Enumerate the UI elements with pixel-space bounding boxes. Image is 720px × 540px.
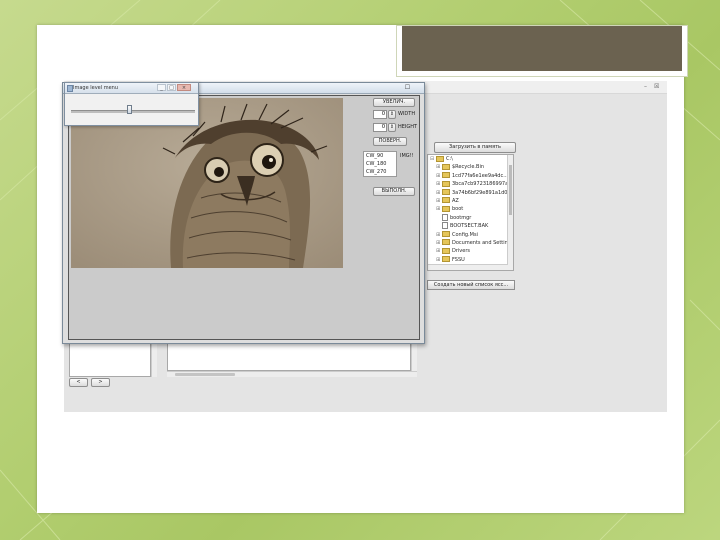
image-window-close-icon[interactable]: ☐: [403, 84, 412, 91]
file-tree-label: FSSU: [452, 256, 465, 263]
file-tree-label: boot: [452, 206, 464, 213]
folder-icon: [442, 256, 450, 263]
next-button[interactable]: >: [91, 378, 110, 387]
popup-title: Image level menu: [73, 85, 119, 91]
log-text-area[interactable]: [167, 342, 411, 371]
folder-icon: [442, 172, 450, 179]
title-frame: [396, 25, 688, 77]
bg-window-minimize-icon[interactable]: –: [644, 83, 647, 90]
zoom-button[interactable]: УВЕЛИЧ.: [373, 98, 415, 107]
file-tree-item[interactable]: BOOTSECT.BAK: [428, 222, 513, 230]
image-canvas: [68, 95, 420, 340]
popup-close-icon[interactable]: ×: [177, 84, 191, 91]
popup-titlebar[interactable]: Image level menu _ □ ×: [65, 83, 198, 94]
file-tree-item[interactable]: ⊟ C:\: [428, 155, 513, 163]
title-placeholder: [402, 26, 682, 71]
rotation-list[interactable]: CW_90 CW_180 CW_270: [363, 151, 397, 177]
folder-icon: [436, 155, 444, 162]
file-tree-vscroll-thumb[interactable]: [509, 165, 512, 215]
folder-icon: [442, 205, 450, 212]
file-tree-label: BOOTSECT.BAK: [450, 223, 489, 230]
rotation-option[interactable]: CW_180: [364, 160, 396, 168]
height-spinner[interactable]: 0: [373, 123, 387, 132]
left-list-vscroll[interactable]: [151, 342, 157, 377]
file-icon: [442, 213, 448, 221]
width-spinner-arrows[interactable]: ⇕: [388, 110, 396, 119]
file-tree-label: $Recycle.Bin: [452, 164, 485, 171]
angle-label: IMG!!: [400, 153, 414, 159]
file-tree-item[interactable]: ⊞ 3a74b6bf29e891a1d0a5...: [428, 189, 513, 197]
folder-icon: [442, 189, 450, 196]
file-tree-item[interactable]: ⊞ FSSU: [428, 256, 513, 264]
rotation-option[interactable]: CW_90: [364, 152, 396, 160]
popup-minimize-icon[interactable]: _: [157, 84, 166, 91]
folder-icon: [442, 239, 450, 246]
file-tree-item[interactable]: bootmgr: [428, 213, 513, 222]
height-label: HEIGHT: [398, 124, 418, 130]
file-icon: [442, 222, 448, 230]
rotate-button[interactable]: ПОВЕРН.: [373, 137, 407, 146]
bg-window-close-icon[interactable]: ☒: [654, 83, 659, 90]
width-spinner[interactable]: 0: [373, 110, 387, 119]
rotation-option[interactable]: CW_270: [364, 168, 396, 176]
log-hscroll[interactable]: [167, 371, 417, 377]
left-list-panel[interactable]: [69, 342, 151, 377]
height-spinner-arrows[interactable]: ⇕: [388, 123, 396, 132]
file-tree-label: Config.Msi: [452, 231, 478, 238]
file-tree-item[interactable]: ⊞ 1cd77fa6e1ee9a4dc...: [428, 172, 513, 180]
folder-icon: [442, 197, 450, 204]
folder-icon: [442, 247, 450, 254]
file-tree-label: C:\: [446, 156, 453, 162]
file-tree-item[interactable]: ⊞ Drivers: [428, 247, 513, 255]
log-vscroll[interactable]: [411, 342, 417, 371]
file-tree-label: 3a74b6bf29e891a1d0a5...: [452, 189, 514, 196]
file-tree-item[interactable]: ⊞3bca7cb9723186997a4d7...: [428, 180, 513, 188]
width-label: WIDTH: [398, 111, 416, 117]
file-tree-label: AZ: [452, 197, 459, 204]
file-tree[interactable]: ⊟ C:\ ⊞ $Recycle.Bin ⊞ 1cd77fa6e1ee9a4dc... ⊞ 3…: [427, 154, 514, 271]
level-slider-thumb[interactable]: [126, 105, 132, 114]
file-tree-item[interactable]: ⊞ $Recycle.Bin: [428, 163, 513, 171]
folder-icon: [442, 180, 450, 187]
load-to-memory-button[interactable]: Загрузить в память: [434, 142, 516, 153]
prev-button[interactable]: <: [69, 378, 88, 387]
file-tree-item[interactable]: ⊞ Documents and Settings: [428, 239, 513, 247]
file-tree-label: bootmgr: [450, 214, 472, 221]
image-level-popup: Image level menu _ □ ×: [64, 82, 199, 126]
apply-button[interactable]: ВЫПОЛН.: [373, 187, 415, 196]
log-hscroll-thumb[interactable]: [175, 373, 235, 376]
file-tree-rows: ⊟ C:\ ⊞ $Recycle.Bin ⊞ 1cd77fa6e1ee9a4dc... ⊞ 3…: [428, 155, 513, 270]
file-tree-item[interactable]: ⊞ AZ: [428, 197, 513, 205]
file-tree-label: Drivers: [452, 248, 470, 255]
file-tree-hscroll[interactable]: [428, 264, 508, 270]
file-tree-item[interactable]: ⊞ boot: [428, 205, 513, 213]
file-tree-vscroll[interactable]: [507, 155, 513, 270]
popup-maximize-icon[interactable]: □: [167, 84, 176, 91]
file-tree-label: 3bca7cb9723186997a4d7...: [452, 181, 513, 188]
folder-icon: [442, 231, 450, 238]
file-tree-label: Documents and Settings: [452, 239, 514, 246]
file-tree-label: 1cd77fa6e1ee9a4dc...: [452, 172, 508, 179]
file-tree-item[interactable]: ⊞ Config.Msi: [428, 231, 513, 239]
create-list-button[interactable]: Создать новый список ясс...: [427, 280, 515, 290]
folder-icon: [442, 163, 450, 170]
level-slider-track[interactable]: [71, 110, 195, 113]
